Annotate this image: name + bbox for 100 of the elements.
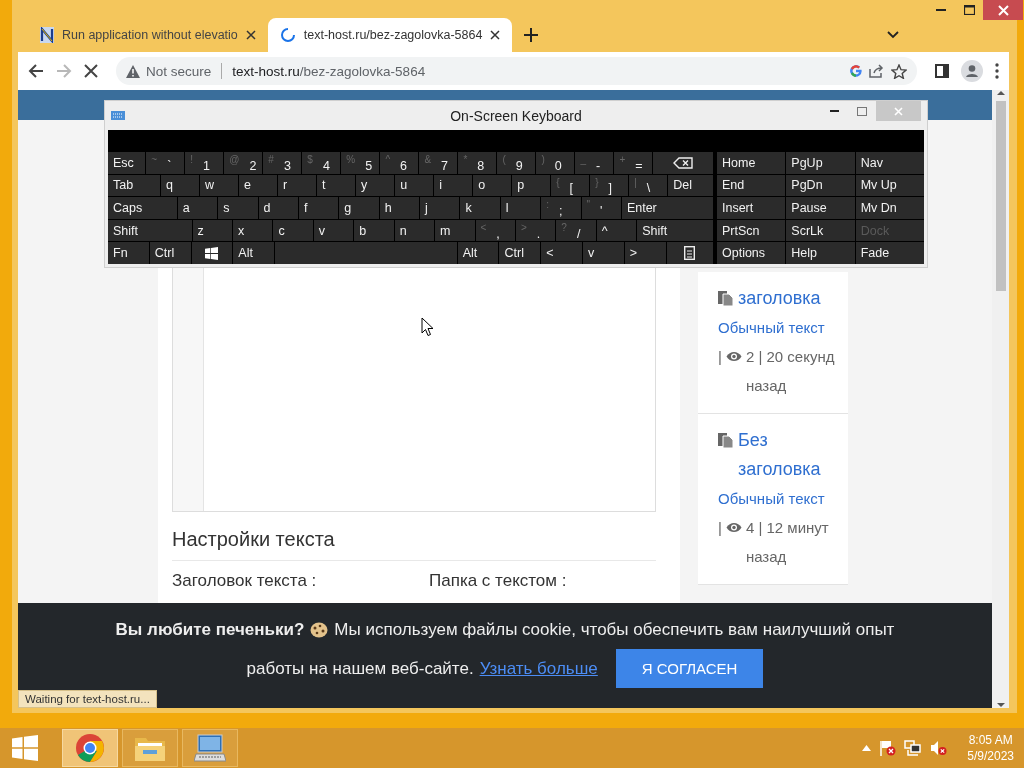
keyboard-key[interactable]: @ 2	[224, 152, 263, 174]
keyboard-key[interactable]: & 7	[419, 152, 458, 174]
keyboard-key[interactable]: Nav	[855, 152, 924, 174]
google-icon[interactable]	[849, 64, 863, 78]
security-label[interactable]: Not secure	[146, 63, 212, 79]
keyboard-key[interactable]: x	[232, 219, 273, 242]
keyboard-key[interactable]: < ,	[475, 219, 515, 242]
keyboard-key[interactable]: u	[395, 174, 434, 197]
keyboard-key[interactable]: g	[339, 197, 379, 219]
keyboard-key[interactable]: m	[435, 219, 475, 242]
keyboard-key[interactable]: >	[624, 242, 666, 264]
keyboard-key[interactable]: $ 4	[302, 152, 341, 174]
keyboard-key[interactable]: ^	[596, 219, 637, 242]
keyboard-key[interactable]	[191, 242, 233, 264]
keyboard-key[interactable]: * 8	[458, 152, 497, 174]
browser-tab[interactable]: Run application without elevatio	[28, 18, 268, 52]
post-title-link[interactable]: заголовка	[738, 284, 821, 313]
keyboard-key[interactable]: n	[394, 219, 435, 242]
keyboard-key[interactable]: z	[192, 219, 232, 242]
keyboard-key[interactable]: Ctrl	[499, 242, 541, 264]
keyboard-key[interactable]	[653, 152, 713, 174]
keyboard-key[interactable]: q	[161, 174, 200, 197]
keyboard-key[interactable]: } ]	[590, 174, 629, 197]
keyboard-key[interactable]: { [	[551, 174, 590, 197]
keyboard-key[interactable]: Ctrl	[149, 242, 191, 264]
keyboard-key[interactable]: Tab	[108, 174, 161, 197]
keyboard-key[interactable]: Caps	[108, 197, 177, 219]
scroll-down-icon[interactable]	[996, 702, 1005, 708]
new-tab-icon[interactable]	[524, 28, 539, 42]
back-icon[interactable]	[28, 63, 44, 79]
keyboard-key[interactable]: ( 9	[497, 152, 536, 174]
keyboard-key[interactable]: End	[717, 174, 786, 197]
share-icon[interactable]	[869, 64, 885, 78]
keyboard-key[interactable]: Mv Dn	[855, 197, 924, 219]
category-link[interactable]: Обычный текст	[718, 313, 840, 342]
speaker-muted-icon[interactable]	[930, 740, 948, 756]
keyboard-key[interactable]: PrtScn	[717, 219, 786, 242]
keyboard-key[interactable]: v	[313, 219, 354, 242]
keyboard-key[interactable]: + =	[614, 152, 653, 174]
show-hidden-icons-icon[interactable]	[862, 745, 872, 751]
browser-tab[interactable]: text-host.ru/bez-zagolovka-5864	[267, 18, 513, 52]
keyboard-key[interactable]: Mv Up	[855, 174, 924, 197]
keyboard-key[interactable]: ScrLk	[786, 219, 855, 242]
keyboard-key[interactable]: % 5	[341, 152, 380, 174]
keyboard-key[interactable]: t	[317, 174, 356, 197]
keyboard-key[interactable]: ! 1	[185, 152, 224, 174]
post-title-link[interactable]: Без заголовка	[738, 426, 840, 484]
keyboard-key[interactable]: Help	[786, 242, 855, 264]
keyboard-key[interactable]: a	[177, 197, 218, 219]
keyboard-key[interactable]: r	[278, 174, 317, 197]
keyboard-key[interactable]: | \	[629, 174, 668, 197]
keyboard-key[interactable]: Alt	[457, 242, 499, 264]
keyboard-key[interactable]: k	[460, 197, 500, 219]
keyboard-key[interactable]: b	[354, 219, 394, 242]
address-bar[interactable]: Not secure text-host.ru/bez-zagolovka-5864	[116, 57, 917, 85]
profile-icon[interactable]	[961, 60, 983, 82]
keyboard-key[interactable]: Shift	[108, 219, 192, 242]
network-icon[interactable]	[904, 740, 923, 756]
keyboard-key[interactable]: Home	[717, 152, 786, 174]
keyboard-key[interactable]: # 3	[263, 152, 302, 174]
keyboard-key[interactable]: Esc	[108, 152, 146, 174]
keyboard-key[interactable]: > .	[515, 219, 556, 242]
taskbar-button[interactable]	[182, 729, 238, 767]
keyboard-key[interactable]: ? /	[556, 219, 596, 242]
keyboard-key[interactable]: Enter	[621, 197, 714, 219]
keyboard-key[interactable]: p	[512, 174, 551, 197]
keyboard-key[interactable]: Fade	[855, 242, 924, 264]
stop-icon[interactable]	[84, 64, 98, 78]
keyboard-key[interactable]: j	[420, 197, 460, 219]
keyboard-key[interactable]: PgUp	[786, 152, 855, 174]
keyboard-key[interactable]: Pause	[786, 197, 855, 219]
keyboard-key[interactable]: " '	[581, 197, 621, 219]
side-panel-icon[interactable]	[935, 64, 949, 78]
close-icon[interactable]	[245, 30, 256, 40]
keyboard-key[interactable]: d	[258, 197, 298, 219]
chevron-down-icon[interactable]	[887, 31, 899, 39]
url-text[interactable]: text-host.ru/bez-zagolovka-5864	[232, 63, 426, 79]
keyboard-key[interactable]: Shift	[637, 219, 713, 242]
keyboard-key[interactable]: y	[356, 174, 395, 197]
keyboard-key[interactable]: PgDn	[786, 174, 855, 197]
keyboard-key[interactable]: i	[434, 174, 473, 197]
category-link[interactable]: Обычный текст	[718, 484, 840, 513]
keyboard-key[interactable]: e	[239, 174, 278, 197]
scrollbar[interactable]	[992, 90, 1009, 708]
taskbar-button[interactable]	[122, 729, 178, 767]
keyboard-key[interactable]: c	[273, 219, 313, 242]
flag-alert-icon[interactable]	[879, 740, 897, 756]
learn-more-link[interactable]: Узнать больше	[479, 658, 598, 679]
keyboard-key[interactable]: _ -	[575, 152, 614, 174]
keyboard-key[interactable]: <	[541, 242, 582, 264]
keyboard-key[interactable]: h	[379, 197, 419, 219]
scroll-thumb[interactable]	[995, 101, 1006, 291]
menu-icon[interactable]	[995, 63, 999, 79]
keyboard-key[interactable]: w	[200, 174, 239, 197]
keyboard-key[interactable]: l	[500, 197, 541, 219]
close-icon[interactable]	[490, 30, 501, 40]
keyboard-key[interactable]: f	[298, 197, 339, 219]
keyboard-key[interactable]: ) 0	[536, 152, 575, 174]
keyboard-key[interactable]: ^ 6	[380, 152, 419, 174]
agree-button[interactable]: Я СОГЛАСЕН	[615, 649, 764, 688]
